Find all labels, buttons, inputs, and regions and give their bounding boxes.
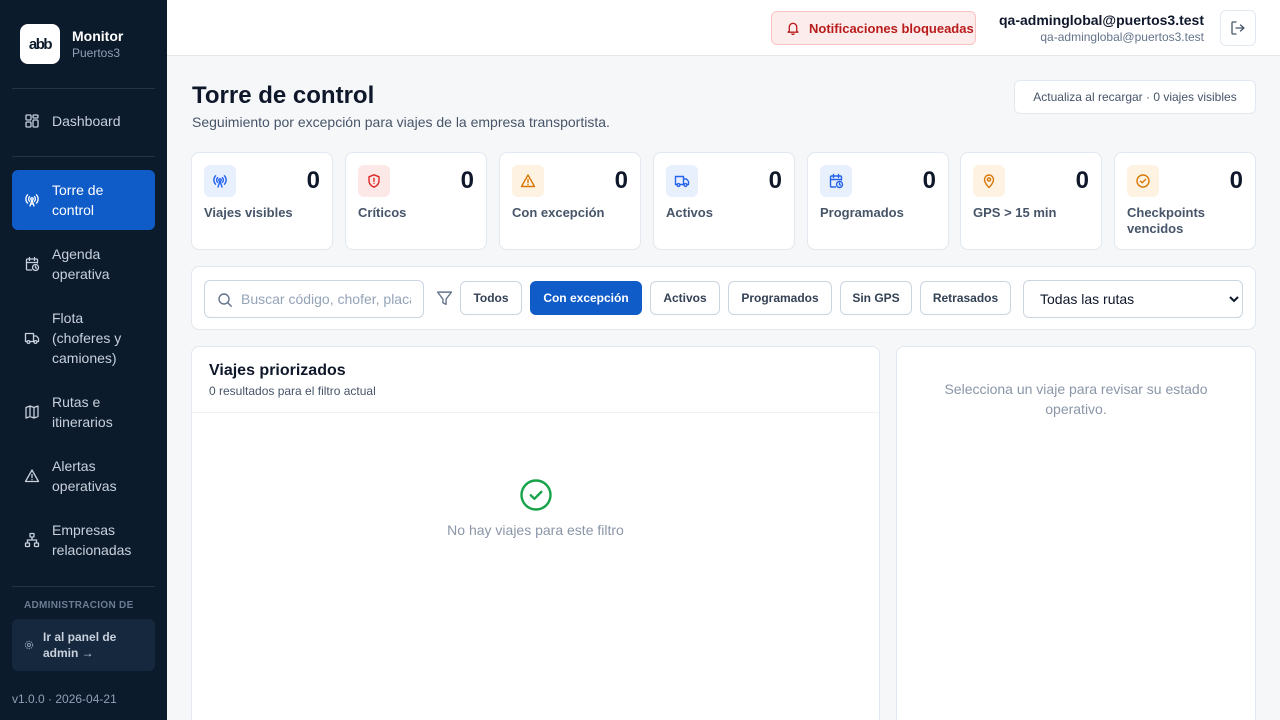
page-subtitle: Seguimiento por excepción para viajes de… [192,114,610,130]
sidebar-divider [12,156,155,157]
bell-icon [786,21,800,35]
sidebar: abb Monitor Puertos3 Dashboard Torre de … [0,0,167,720]
trips-panel: Viajes priorizados 0 resultados para el … [191,346,880,720]
calendar-clock-icon [24,256,40,272]
sidebar-item-label: Flota (choferes y camiones) [52,310,122,366]
filter-chip-sin-gps[interactable]: Sin GPS [840,281,912,315]
sidebar-item-label: Torre de control [52,182,104,218]
sidebar-item-torre-de-control[interactable]: Torre de control [12,170,155,230]
stat-card-programados[interactable]: 0 Programados [807,152,949,250]
sidebar-item-label: Agenda operativa [52,246,110,282]
detail-placeholder: Selecciona un viaje para revisar su esta… [944,381,1208,417]
filter-bar: Todos Con excepción Activos Programados … [191,266,1256,330]
map-icon [24,404,40,420]
topbar: Notificaciones bloqueadas qa-adminglobal… [167,0,1280,56]
stat-value: 0 [306,167,320,194]
calendar-clock-icon [820,165,852,197]
sidebar-item-label: Alertas operativas [52,458,117,494]
search-box [204,280,424,318]
sidebar-item-dashboard[interactable]: Dashboard [12,105,155,137]
filter-chip-programados[interactable]: Programados [728,281,832,315]
search-input[interactable] [241,282,411,316]
sidebar-item-label: Rutas e itinerarios [52,394,113,430]
alert-triangle-icon [512,165,544,197]
app-subtitle: Puertos3 [72,46,121,60]
stat-value: 0 [1075,167,1089,194]
stat-card-con-excepcion[interactable]: 0 Con excepción [499,152,641,250]
app-version: v1.0.0 · 2026-04-21 [12,692,117,706]
admin-panel-button[interactable]: Ir al panel de admin → [12,619,155,671]
search-icon [217,292,233,308]
empty-state-message: No hay viajes para este filtro [447,522,624,538]
map-pin-icon [973,165,1005,197]
check-circle-icon [1127,165,1159,197]
sidebar-item-label: Dashboard [52,113,121,129]
sidebar-item-agenda-operativa[interactable]: Agenda operativa [12,244,155,284]
stat-label: Críticos [358,205,407,220]
user-email: qa-adminglobal@puertos3.test [1040,30,1204,44]
stat-label: GPS > 15 min [973,205,1057,220]
stat-value: 0 [614,167,628,194]
stat-label: Viajes visibles [204,205,293,220]
filter-chip-todos[interactable]: Todos [460,281,522,315]
sidebar-item-alertas[interactable]: Alertas operativas [12,456,155,496]
user-name: qa-adminglobal@puertos3.test [998,12,1204,28]
logout-icon [1230,20,1246,36]
stat-label: Activos [666,205,713,220]
shield-alert-icon [358,165,390,197]
truck-icon [666,165,698,197]
sidebar-item-label: Empresas relacionadas [52,522,132,558]
check-circle-icon [519,478,553,512]
route-select[interactable]: Todas las rutas [1023,280,1243,318]
stat-value: 0 [768,167,782,194]
user-menu[interactable]: qa-adminglobal@puertos3.test qa-adminglo… [999,11,1204,45]
truck-icon [24,330,40,346]
filter-chip-retrasados[interactable]: Retrasados [920,281,1011,315]
stat-card-gps[interactable]: 0 GPS > 15 min [960,152,1102,250]
stat-card-criticos[interactable]: 0 Críticos [345,152,487,250]
notifications-label: Notificaciones bloqueadas [809,20,974,36]
trips-panel-header: Viajes priorizados 0 resultados para el … [192,347,879,413]
alert-triangle-icon [24,468,40,484]
filter-chip-con-excepcion[interactable]: Con excepción [530,281,642,315]
radio-tower-icon [24,192,40,208]
page-title: Torre de control [192,82,375,109]
dashboard-icon [24,113,40,129]
app-logo: abb [20,24,60,64]
admin-panel-label: Ir al panel de admin → [43,630,117,660]
stat-value: 0 [1229,167,1243,194]
stat-value: 0 [460,167,474,194]
network-icon [24,532,40,548]
stat-card-activos[interactable]: 0 Activos [653,152,795,250]
app-title: Monitor [72,28,124,44]
notifications-blocked-button[interactable]: Notificaciones bloqueadas [771,11,976,45]
sidebar-item-flota[interactable]: Flota (choferes y camiones) [12,308,155,368]
sidebar-item-rutas[interactable]: Rutas e itinerarios [12,392,155,432]
sidebar-divider [12,586,155,587]
radio-tower-icon [204,165,236,197]
stat-label: Checkpoints vencidos [1127,205,1206,236]
logout-button[interactable] [1220,10,1256,46]
sidebar-item-empresas[interactable]: Empresas relacionadas [12,520,155,560]
brand[interactable]: abb Monitor Puertos3 [20,24,123,64]
trips-panel-title: Viajes priorizados [209,362,346,379]
trip-detail-panel: Selecciona un viaje para revisar su esta… [896,346,1256,720]
stat-card-checkpoints-vencidos[interactable]: 0 Checkpoints vencidos [1114,152,1256,250]
stat-label: Con excepción [512,205,605,220]
stat-label: Programados [820,205,904,220]
stat-value: 0 [922,167,936,194]
admin-section-label: ADMINISTRACIÓN DE EMPRESA [24,600,134,611]
refresh-info-badge: Actualiza al recargar · 0 viajes visible… [1014,80,1256,114]
gear-icon [24,640,34,650]
stat-card-viajes-visibles[interactable]: 0 Viajes visibles [191,152,333,250]
filter-icon [436,290,453,307]
trips-result-count: 0 resultados para el filtro actual [209,384,376,398]
filter-chip-activos[interactable]: Activos [650,281,720,315]
sidebar-divider [12,88,155,89]
